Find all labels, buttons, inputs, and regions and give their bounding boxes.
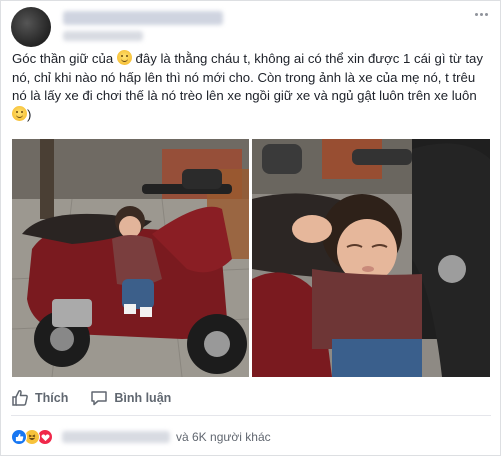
post-text: Góc thần giữ của đây là thằng cháu t, kh… — [12, 50, 492, 124]
like-button[interactable]: Thích — [11, 389, 68, 407]
blurred-reactor-names — [62, 431, 170, 443]
reactions-summary[interactable]: và 6K người khác — [11, 427, 491, 447]
photo-scooter-wide[interactable] — [12, 139, 249, 377]
photo-grid — [12, 139, 490, 377]
post-actions: Thích Bình luận — [11, 386, 491, 410]
photo-boy-closeup[interactable] — [252, 139, 490, 377]
post-card: Góc thần giữ của đây là thằng cháu t, kh… — [0, 0, 501, 456]
post-text-part-3: ) — [27, 106, 32, 122]
blurred-post-meta — [63, 31, 143, 41]
smiley-emoji-icon — [116, 50, 132, 65]
divider — [11, 415, 491, 416]
comment-label: Bình luận — [114, 391, 172, 405]
like-label: Thích — [35, 391, 69, 405]
smiley-emoji-icon — [12, 105, 27, 121]
post-header — [11, 7, 491, 47]
blurred-author-name — [63, 11, 223, 25]
reactions-others-label: và 6K người khác — [176, 430, 271, 444]
avatar[interactable] — [11, 7, 51, 47]
comment-button[interactable]: Bình luận — [90, 389, 171, 407]
post-text-part-1: Góc thần giữ của — [12, 51, 117, 66]
like-reaction-icon — [11, 429, 27, 445]
comment-bubble-icon — [91, 391, 108, 406]
more-options-icon[interactable] — [471, 7, 491, 21]
thumbs-up-icon — [12, 389, 28, 406]
reaction-icons — [11, 429, 53, 445]
